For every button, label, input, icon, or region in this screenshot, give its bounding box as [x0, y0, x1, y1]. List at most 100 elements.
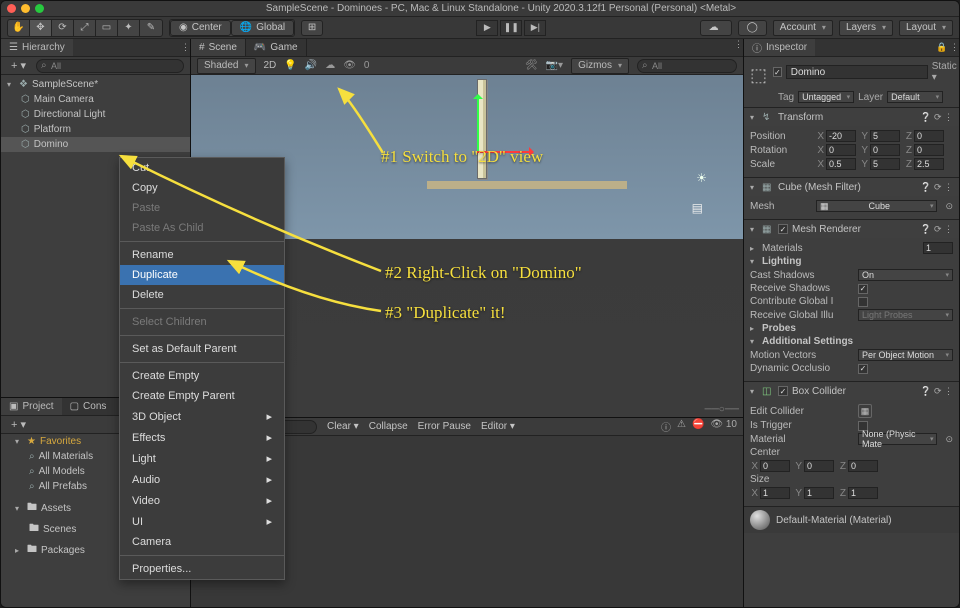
- gameobject-icon[interactable]: ⬚: [750, 61, 767, 89]
- move-tool-icon[interactable]: ✥: [30, 20, 52, 36]
- active-checkbox[interactable]: ✓: [773, 67, 782, 77]
- ctx-create-empty[interactable]: Create Empty: [120, 366, 284, 386]
- rect-tool-icon[interactable]: ▭: [96, 20, 118, 36]
- ctx-create-empty-parent[interactable]: Create Empty Parent: [120, 386, 284, 406]
- rotate-tool-icon[interactable]: ⟳: [52, 20, 74, 36]
- ctx-camera[interactable]: Camera: [120, 532, 284, 552]
- scale-tool-icon[interactable]: ⤢: [74, 20, 96, 36]
- scene-overlay-slider[interactable]: ──○──: [705, 404, 739, 415]
- hierarchy-item-domino[interactable]: ⬡ Domino: [1, 137, 190, 152]
- rot-z-field[interactable]: [914, 144, 944, 156]
- traffic-max-icon[interactable]: [35, 4, 44, 13]
- console-error-icon[interactable]: ⛔: [692, 419, 704, 434]
- gameobject-name-field[interactable]: [786, 65, 928, 79]
- hierarchy-item-camera[interactable]: ⬡ Main Camera: [1, 92, 190, 107]
- scene-search[interactable]: All: [637, 59, 737, 73]
- center-y-field[interactable]: [804, 460, 834, 472]
- center-z-field[interactable]: [848, 460, 878, 472]
- cast-shadows-dropdown[interactable]: On: [858, 269, 953, 281]
- contribute-gi-check[interactable]: [858, 297, 868, 307]
- ctx-ui[interactable]: UI▸: [120, 511, 284, 532]
- ctx-duplicate[interactable]: Duplicate: [120, 265, 284, 285]
- scl-y-field[interactable]: [870, 158, 900, 170]
- edit-collider-button[interactable]: ▦: [858, 404, 872, 418]
- cloud-button[interactable]: ☁: [700, 20, 732, 36]
- hand-tool-icon[interactable]: ✋: [8, 20, 30, 36]
- meshfilter-header[interactable]: ▾▦Cube (Mesh Filter)❔ ⟳ ⋮: [744, 178, 959, 196]
- ctx-audio[interactable]: Audio▸: [120, 469, 284, 490]
- rot-x-field[interactable]: [826, 144, 856, 156]
- material-preview[interactable]: Default-Material (Material): [744, 506, 959, 533]
- ctx-rename[interactable]: Rename: [120, 245, 284, 265]
- console-warn-icon[interactable]: ⚠: [677, 419, 686, 434]
- scene-audio-icon[interactable]: 🔊: [305, 60, 317, 71]
- camera-gizmo-icon[interactable]: ▤: [692, 201, 703, 215]
- add-settings-label[interactable]: Additional Settings: [762, 336, 853, 347]
- pos-x-field[interactable]: [826, 130, 856, 142]
- game-tab[interactable]: 🎮 Game: [246, 39, 307, 56]
- materials-count[interactable]: [923, 242, 953, 254]
- meshrenderer-header[interactable]: ▾▦✓Mesh Renderer❔ ⟳ ⋮: [744, 220, 959, 238]
- scene-root[interactable]: ▾❖ SampleScene*: [1, 77, 190, 92]
- motion-vectors-dropdown[interactable]: Per Object Motion: [858, 349, 953, 361]
- snap-toggle-icon[interactable]: ⊞: [301, 20, 323, 36]
- scene-tab[interactable]: # Scene: [191, 39, 246, 56]
- ctx-properties[interactable]: Properties...: [120, 559, 284, 579]
- size-y-field[interactable]: [804, 487, 834, 499]
- shading-mode-dropdown[interactable]: Shaded: [197, 58, 256, 74]
- traffic-close-icon[interactable]: [7, 4, 16, 13]
- layer-dropdown[interactable]: Default: [887, 91, 943, 103]
- hierarchy-tab[interactable]: ☰ Hierarchy: [1, 39, 73, 56]
- scene-tab-menu-icon[interactable]: ⋮: [734, 39, 743, 56]
- dyn-occ-check[interactable]: ✓: [858, 364, 868, 374]
- gizmos-dropdown[interactable]: Gizmos: [571, 58, 629, 74]
- scene-camera-icon[interactable]: 📷▾: [546, 60, 563, 71]
- ctx-light[interactable]: Light▸: [120, 448, 284, 469]
- console-clear-button[interactable]: Clear ▾: [327, 421, 359, 432]
- console-info-icon[interactable]: ⓘ: [661, 419, 671, 434]
- ctx-copy[interactable]: Copy: [120, 178, 284, 198]
- layers-dropdown[interactable]: Layers: [839, 20, 893, 36]
- ctx-video[interactable]: Video▸: [120, 490, 284, 511]
- pos-y-field[interactable]: [870, 130, 900, 142]
- project-create-dropdown[interactable]: + ▾: [7, 418, 30, 431]
- multi-tool-icon[interactable]: ✦: [118, 20, 140, 36]
- transform-header[interactable]: ▾↯Transform❔ ⟳ ⋮: [744, 108, 959, 126]
- handle-rotation-toggle[interactable]: 🌐 Global: [231, 20, 294, 36]
- center-x-field[interactable]: [760, 460, 790, 472]
- hierarchy-item-light[interactable]: ⬡ Directional Light: [1, 107, 190, 122]
- light-gizmo-icon[interactable]: ☀: [696, 171, 707, 185]
- layout-dropdown[interactable]: Layout: [899, 20, 953, 36]
- console-collapse-button[interactable]: Collapse: [369, 421, 408, 432]
- ctx-cut[interactable]: Cut: [120, 158, 284, 178]
- pivot-toggle[interactable]: ◉ Center: [170, 20, 231, 36]
- hierarchy-create-dropdown[interactable]: + ▾: [7, 59, 30, 72]
- custom-tool-icon[interactable]: ✎: [140, 20, 162, 36]
- size-z-field[interactable]: [848, 487, 878, 499]
- console-tab-small[interactable]: ▢ Cons: [62, 398, 115, 415]
- ctx-default-parent[interactable]: Set as Default Parent: [120, 339, 284, 359]
- 2d-toggle[interactable]: 2D: [264, 60, 277, 71]
- hierarchy-item-platform[interactable]: ⬡ Platform: [1, 122, 190, 137]
- inspector-tab[interactable]: ⓘ Inspector: [744, 39, 815, 56]
- scene-tools-icon[interactable]: 🛠: [525, 60, 538, 71]
- console-hidden-icon[interactable]: 👁 10: [710, 419, 737, 434]
- scene-hidden-icon[interactable]: 👁: [343, 60, 356, 71]
- hierarchy-search[interactable]: All: [36, 59, 184, 73]
- ctx-delete[interactable]: Delete: [120, 285, 284, 305]
- scene-lighting-icon[interactable]: 💡: [284, 60, 296, 71]
- size-x-field[interactable]: [760, 487, 790, 499]
- collab-button[interactable]: ◯: [738, 20, 767, 36]
- scl-z-field[interactable]: [914, 158, 944, 170]
- recv-shadows-check[interactable]: ✓: [858, 284, 868, 294]
- step-button[interactable]: ▶|: [524, 20, 546, 36]
- materials-label[interactable]: Materials: [762, 243, 824, 254]
- rot-y-field[interactable]: [870, 144, 900, 156]
- boxcollider-header[interactable]: ▾◫✓Box Collider❔ ⟳ ⋮: [744, 382, 959, 400]
- console-editor-dropdown[interactable]: Editor ▾: [481, 421, 515, 432]
- hierarchy-menu-icon[interactable]: ⋮: [181, 42, 190, 53]
- account-dropdown[interactable]: Account: [773, 20, 833, 36]
- scl-x-field[interactable]: [826, 158, 856, 170]
- phys-mat-field[interactable]: None (Physic Mate: [858, 433, 937, 445]
- project-tab[interactable]: ▣ Project: [1, 398, 62, 415]
